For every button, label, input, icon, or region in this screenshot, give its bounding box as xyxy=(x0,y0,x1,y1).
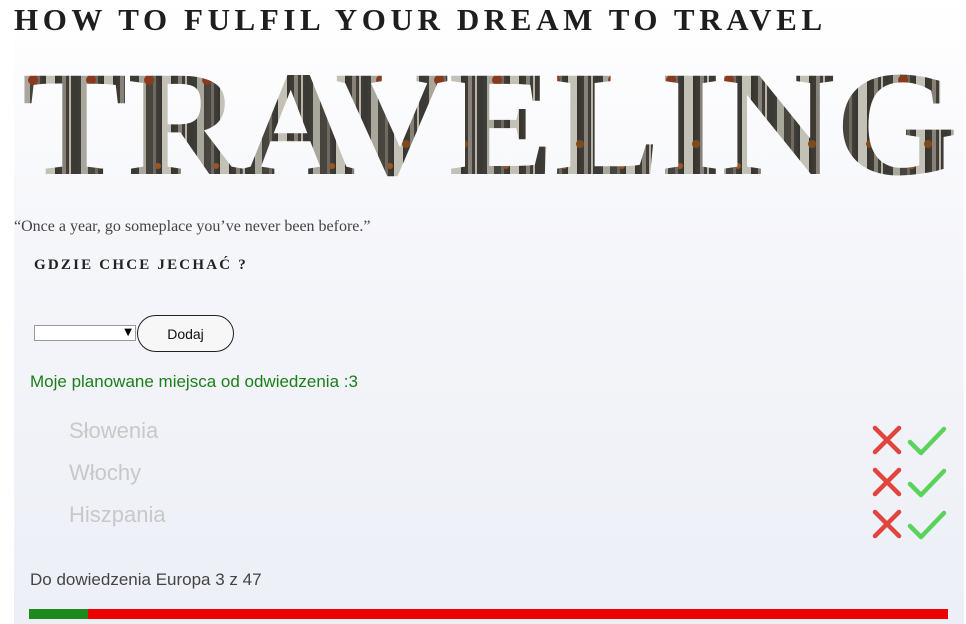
add-button[interactable]: Dodaj xyxy=(137,315,234,352)
x-icon[interactable] xyxy=(871,508,903,540)
page-subtitle: HOW TO FULFIL YOUR DREAM TO TRAVEL xyxy=(14,2,827,37)
check-icon[interactable] xyxy=(907,510,947,542)
page: HOW TO FULFIL YOUR DREAM TO TRAVEL TRAVE… xyxy=(14,0,964,624)
list-item: Włochy xyxy=(14,452,964,498)
place-list: Słowenia Włochy Hiszpania xyxy=(14,410,964,540)
planned-places-label: Moje planowane miejsca od odwiedzenia :3 xyxy=(30,372,358,391)
dropdown-arrow-icon: ▼ xyxy=(124,327,132,338)
visited-summary: Do dowiedzenia Europa 3 z 47 xyxy=(30,570,262,589)
destination-question: GDZIE CHCE JECHAĆ ? xyxy=(34,257,248,273)
place-name: Włochy xyxy=(69,460,142,485)
progress-bar xyxy=(29,609,948,619)
place-name: Hiszpania xyxy=(69,502,166,527)
travel-quote: “Once a year, go someplace you’ve never … xyxy=(14,218,371,235)
destination-select[interactable]: ▼ xyxy=(34,325,136,341)
hero-title-text: TRAVELING xyxy=(22,48,958,188)
list-item: Słowenia xyxy=(14,410,964,456)
place-name: Słowenia xyxy=(69,418,159,443)
hero-title: TRAVELING xyxy=(22,48,958,188)
list-item: Hiszpania xyxy=(14,494,964,540)
progress-fill xyxy=(29,609,88,619)
